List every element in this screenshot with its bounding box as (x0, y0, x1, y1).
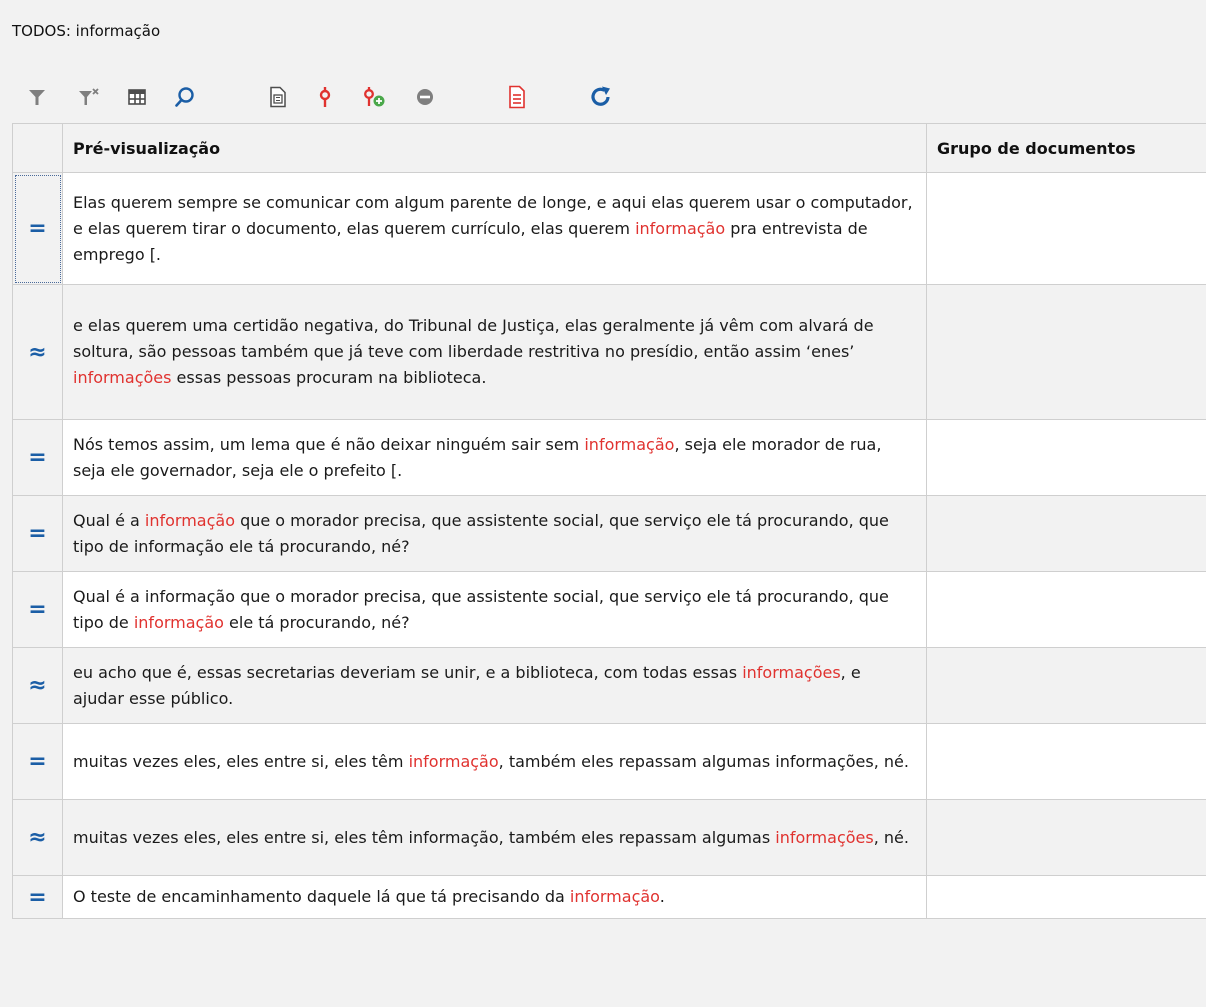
match-indicator: = (12, 172, 63, 285)
highlighted-term: informação (584, 434, 675, 454)
preview-text: eu acho que é, essas secretarias deveria… (73, 662, 743, 682)
highlighted-term: informação (144, 510, 235, 530)
add-code-icon[interactable] (362, 84, 388, 110)
match-indicator: = (12, 571, 63, 648)
highlighted-term: informações (775, 827, 874, 847)
preview-text: . (659, 887, 665, 906)
search-icon[interactable] (172, 84, 198, 110)
filter-icon[interactable] (24, 84, 50, 110)
match-indicator: ≈ (12, 647, 63, 724)
column-header-preview[interactable]: Pré-visualização (62, 123, 927, 173)
document-group-cell[interactable] (926, 647, 1206, 724)
match-indicator: = (12, 419, 63, 496)
document-group-cell[interactable] (926, 284, 1206, 420)
columns-icon[interactable] (124, 84, 150, 110)
preview-cell[interactable]: Qual é a informação que o morador precis… (62, 495, 927, 572)
code-icon[interactable] (312, 84, 338, 110)
preview-cell[interactable]: O teste de encaminhamento daquele lá que… (62, 875, 927, 919)
results-table: Pré-visualização Grupo de documentos = El… (12, 123, 1206, 919)
highlighted-term: informações (742, 662, 841, 682)
table-row[interactable]: = Qual é a informação que o morador preci… (12, 571, 1206, 648)
table-row[interactable]: = Elas querem sempre se comunicar com alg… (12, 172, 1206, 285)
highlighted-term: informação (569, 887, 660, 906)
preview-text: muitas vezes eles, eles entre si, eles t… (73, 827, 776, 847)
highlighted-term: informação (635, 218, 726, 238)
document-group-cell[interactable] (926, 495, 1206, 572)
document-group-cell[interactable] (926, 172, 1206, 285)
header-indicator (12, 123, 63, 173)
preview-text: O teste de encaminhamento daquele lá que… (73, 887, 570, 906)
column-header-document-group[interactable]: Grupo de documentos (926, 123, 1206, 173)
preview-cell[interactable]: muitas vezes eles, eles entre si, eles t… (62, 799, 927, 876)
preview-cell[interactable]: Elas querem sempre se comunicar com algu… (62, 172, 927, 285)
preview-cell[interactable]: muitas vezes eles, eles entre si, eles t… (62, 723, 927, 800)
match-indicator: = (12, 875, 63, 919)
preview-cell[interactable]: Qual é a informação que o morador precis… (62, 571, 927, 648)
table-row[interactable]: = Qual é a informação que o morador preci… (12, 495, 1206, 572)
toolbar (0, 74, 1206, 118)
clear-filter-icon[interactable] (76, 84, 102, 110)
highlighted-term: informação (133, 612, 224, 632)
match-indicator: ≈ (12, 284, 63, 420)
table-row[interactable]: ≈ e elas querem uma certidão negativa, do… (12, 284, 1206, 420)
preview-text: muitas vezes eles, eles entre si, eles t… (73, 751, 409, 771)
table-row[interactable]: ≈ muitas vezes eles, eles entre si, eles … (12, 799, 1206, 876)
document-group-cell[interactable] (926, 723, 1206, 800)
document-icon[interactable] (265, 84, 291, 110)
preview-text: Qual é a (73, 510, 145, 530)
preview-text: , também eles repassam algumas informaçõ… (498, 751, 909, 771)
preview-cell[interactable]: Nós temos assim, um lema que é não deixa… (62, 419, 927, 496)
table-row[interactable]: = Nós temos assim, um lema que é não deix… (12, 419, 1206, 496)
preview-text: e elas querem uma certidão negativa, do … (73, 316, 874, 361)
preview-cell[interactable]: e elas querem uma certidão negativa, do … (62, 284, 927, 420)
preview-text: , né. (873, 827, 909, 847)
window-title: TODOS: informação (12, 22, 161, 40)
match-indicator: = (12, 495, 63, 572)
preview-text: essas pessoas procuram na biblioteca. (171, 368, 487, 387)
highlighted-term: informação (408, 751, 499, 771)
document-group-cell[interactable] (926, 419, 1206, 496)
document-group-cell[interactable] (926, 799, 1206, 876)
preview-text: Nós temos assim, um lema que é não deixa… (73, 434, 585, 454)
highlighted-term: informações (73, 368, 172, 387)
remove-icon[interactable] (412, 84, 438, 110)
preview-text: ele tá procurando, né? (223, 612, 410, 632)
document-group-cell[interactable] (926, 571, 1206, 648)
preview-cell[interactable]: eu acho que é, essas secretarias deveria… (62, 647, 927, 724)
refresh-icon[interactable] (588, 84, 614, 110)
table-row[interactable]: = muitas vezes eles, eles entre si, eles … (12, 723, 1206, 800)
document-group-cell[interactable] (926, 875, 1206, 919)
table-row[interactable]: ≈ eu acho que é, essas secretarias deveri… (12, 647, 1206, 724)
match-indicator: ≈ (12, 799, 63, 876)
report-icon[interactable] (504, 84, 530, 110)
table-header-row: Pré-visualização Grupo de documentos (12, 123, 1206, 173)
match-indicator: = (12, 723, 63, 800)
table-row[interactable]: = O teste de encaminhamento daquele lá qu… (12, 875, 1206, 919)
